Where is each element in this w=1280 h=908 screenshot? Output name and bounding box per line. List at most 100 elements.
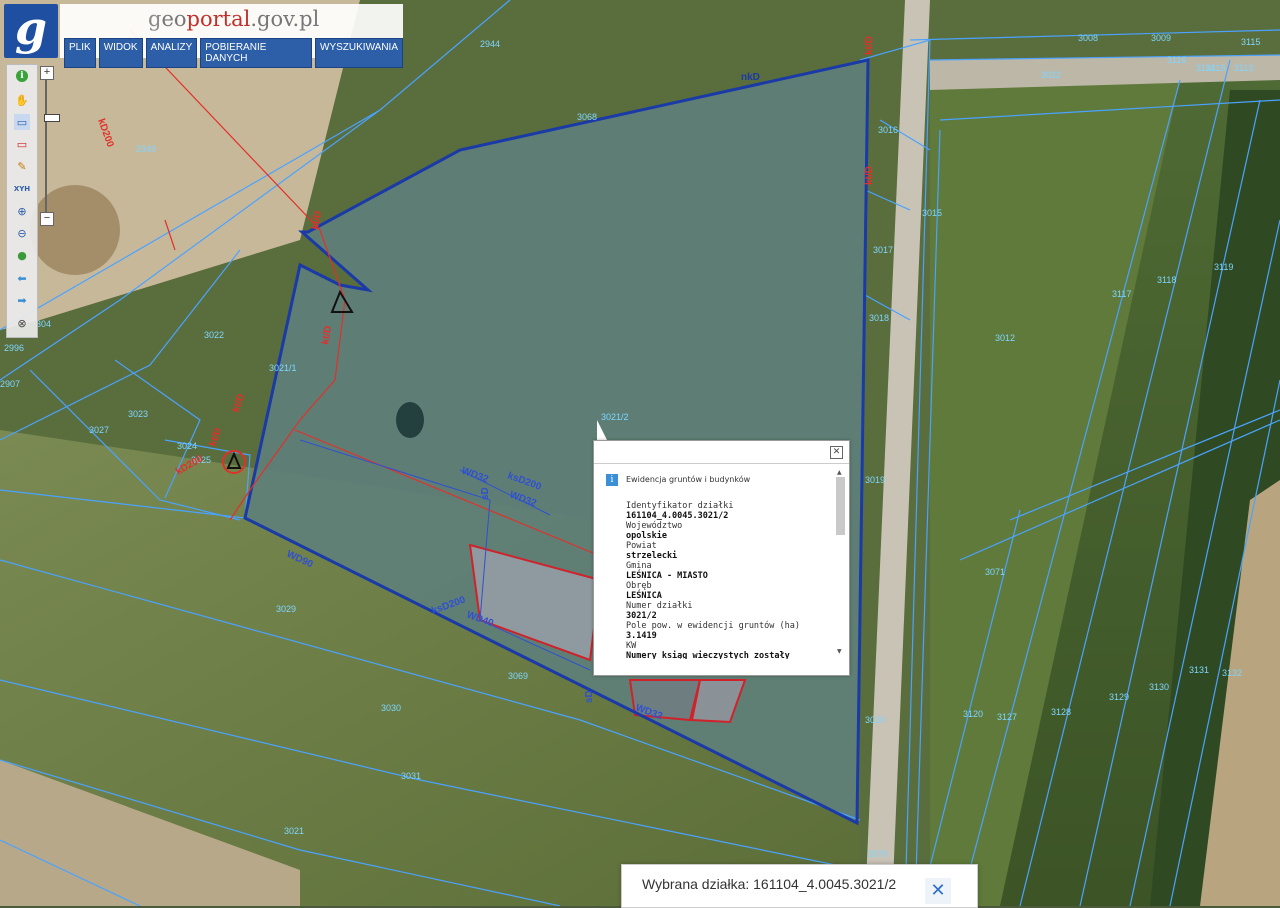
popup-close-button[interactable]: ✕	[830, 446, 843, 459]
parcel-label: 3008	[1078, 33, 1098, 43]
menu-wyszukiwania[interactable]: WYSZUKIWANIA	[315, 38, 403, 68]
zoom-minus-button[interactable]: −	[40, 212, 54, 226]
parcel-label: 2907	[0, 379, 20, 389]
arrow-left-icon[interactable]: ⬅	[14, 270, 30, 286]
parcel-label: 3012	[995, 333, 1015, 343]
utility-label: nkD	[741, 72, 760, 83]
parcel-label: 3024	[177, 441, 197, 451]
zoom-out-icon[interactable]: ⊖	[14, 225, 30, 241]
parcel-label: 2996	[4, 343, 24, 353]
attr-label: Obręb	[626, 581, 652, 591]
utility-label: sD	[480, 487, 491, 500]
attr-value: LEŚNICA - MIASTO	[626, 571, 708, 581]
parcel-label: 3118	[1206, 63, 1225, 73]
zoom-plus-button[interactable]: +	[40, 66, 54, 80]
attr-value: strzelecki	[626, 551, 678, 561]
parcel-label: 3117	[1112, 289, 1131, 299]
selected-parcel-text: Wybrana działka: 161104_4.0045.3021/2	[642, 876, 897, 892]
scroll-thumb[interactable]	[836, 477, 845, 535]
attr-label: Powiat	[626, 541, 657, 551]
parcel-label: 3023	[128, 409, 148, 419]
remove-selection-icon[interactable]: ▭	[14, 136, 30, 152]
parcel-label: 3113	[1234, 63, 1253, 73]
popup-title: Ewidencja gruntów i budynków	[626, 475, 751, 484]
menu-analizy[interactable]: ANALIZY	[145, 38, 198, 68]
parcel-label: 3069	[508, 671, 528, 681]
scroll-up-icon[interactable]: ▲	[837, 469, 842, 476]
parcel-label: 3129	[1109, 692, 1129, 702]
parcel-label: 3022	[204, 330, 224, 340]
map-toolbar: i ✋ ▭ ▭ ✎ XYH ⊕ ⊖ ● ⬅ ➡ ⊗	[6, 64, 38, 338]
brand-eo: eo	[161, 7, 187, 31]
popup-pointer	[597, 420, 607, 440]
parcel-label: 3118	[1157, 275, 1176, 285]
attr-label: Numer działki	[626, 601, 693, 611]
xyh-coordinates-icon[interactable]: XYH	[14, 181, 30, 197]
water-pit	[396, 402, 424, 438]
attr-label: Województwo	[626, 521, 683, 531]
menu-pobieranie-danych[interactable]: POBIERANIE DANYCH	[200, 38, 313, 68]
utility-label: kt/D	[864, 166, 875, 185]
parcel-label: 3020	[865, 715, 885, 725]
attr-value: opolskie	[626, 531, 667, 541]
scroll-down-icon[interactable]: ▼	[837, 648, 842, 655]
parcel-info-popup: ✕ i Ewidencja gruntów i budynków Identyf…	[593, 440, 850, 676]
attr-value: 3021/2	[626, 611, 657, 621]
zoom-in-icon[interactable]: ⊕	[14, 203, 30, 219]
parcel-label: 3029	[276, 604, 296, 614]
parcel-label: 3130	[1149, 682, 1169, 692]
parcel-label: 3068	[577, 112, 597, 122]
parcel-label: 3120	[963, 709, 983, 719]
zoom-thumb[interactable]	[44, 114, 60, 122]
parcel-label: 2949	[136, 144, 156, 154]
parcel-label: 304	[36, 319, 51, 329]
parcel-label: 2944	[480, 39, 500, 49]
popup-scrollbar[interactable]: ▲ ▼	[836, 469, 845, 655]
geoportal-logo[interactable]: g	[4, 4, 58, 58]
select-rectangle-icon[interactable]: ▭	[14, 114, 30, 130]
hand-icon[interactable]: ✋	[14, 92, 30, 108]
parcel-label: 3132	[1222, 668, 1242, 678]
parcel-label: 3017	[873, 245, 893, 255]
parcel-label: 3021/1	[269, 363, 297, 373]
zoom-slider[interactable]: + −	[40, 66, 60, 226]
parcel-label: 3016	[878, 125, 898, 135]
parcel-label: 3030	[381, 703, 401, 713]
menu-plik[interactable]: PLIK	[64, 38, 96, 68]
parcel-label: 3070	[868, 849, 888, 859]
parcel-label: 3119	[1214, 262, 1233, 272]
parcel-label: 3031	[401, 771, 421, 781]
parcel-label: 3018	[869, 313, 889, 323]
brand-g: g	[148, 7, 162, 31]
parcel-label: 3128	[1051, 707, 1071, 717]
parcel-label: 3022	[1041, 70, 1061, 80]
parcel-label: 3115	[1241, 37, 1260, 47]
arrow-right-icon[interactable]: ➡	[14, 292, 30, 308]
main-menu: PLIK WIDOK ANALIZY POBIERANIE DANYCH WYS…	[64, 38, 403, 68]
brand-title: geoportal.gov.pl	[148, 7, 319, 31]
parcel-label: 3071	[985, 567, 1005, 577]
parcel-label: 3019	[865, 475, 885, 485]
parcel-label: 3116	[1167, 55, 1186, 65]
brand-domain: .gov.pl	[250, 7, 320, 31]
clear-icon[interactable]: ⊗	[14, 315, 30, 331]
attr-value: Numery ksiąg wieczystych zostały	[626, 651, 790, 659]
zoom-track[interactable]	[44, 80, 60, 212]
selected-parcel-bar: Wybrana działka: 161104_4.0045.3021/2 ✕	[621, 864, 978, 908]
parcel-label: 3027	[89, 425, 109, 435]
parcel-label: 3131	[1189, 665, 1209, 675]
parcel-label: 3015	[922, 208, 942, 218]
attr-label: Identyfikator działki	[626, 501, 734, 511]
info-icon: i	[606, 474, 618, 486]
attr-value: LEŚNICA	[626, 591, 662, 601]
globe-icon[interactable]: ●	[14, 247, 30, 263]
menu-widok[interactable]: WIDOK	[98, 38, 143, 68]
info-icon[interactable]: i	[16, 70, 28, 82]
attr-value: 3.1419	[626, 631, 657, 641]
close-icon[interactable]: ✕	[925, 878, 951, 904]
popup-divider	[594, 463, 849, 464]
logo-letter: g	[14, 1, 48, 55]
utility-label: sD	[584, 690, 595, 703]
pencil-icon[interactable]: ✎	[14, 158, 30, 174]
popup-attributes: Identyfikator działki 161104_4.0045.3021…	[626, 501, 826, 659]
